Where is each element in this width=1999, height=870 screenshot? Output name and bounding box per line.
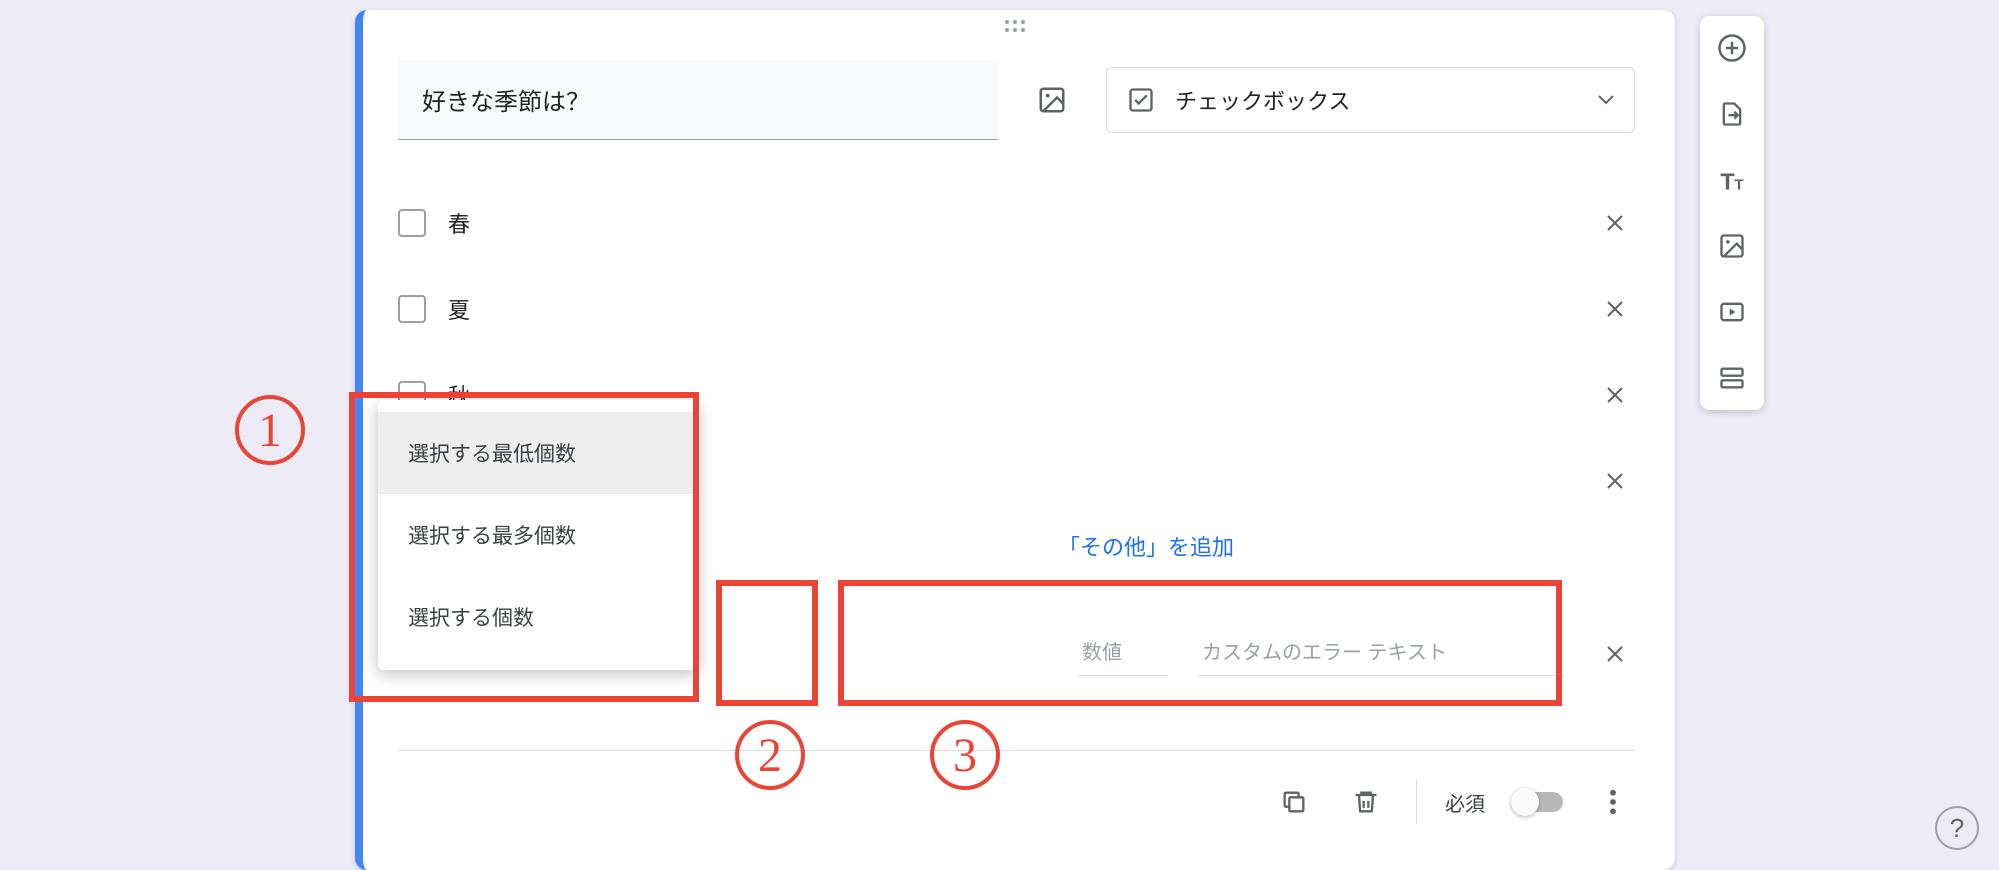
text-icon: TT xyxy=(1718,166,1746,194)
question-title-input[interactable] xyxy=(398,60,998,140)
add-image-button[interactable] xyxy=(1028,76,1076,124)
question-header-row: チェックボックス xyxy=(398,60,1635,140)
remove-option-button[interactable] xyxy=(1595,289,1635,329)
question-type-select[interactable]: チェックボックス xyxy=(1106,67,1635,133)
import-questions-button[interactable] xyxy=(1712,94,1752,134)
image-icon xyxy=(1037,85,1067,115)
dropdown-item-min[interactable]: 選択する最低個数 xyxy=(378,412,698,494)
copy-icon xyxy=(1280,788,1308,816)
required-label: 必須 xyxy=(1445,788,1485,817)
remove-option-button[interactable] xyxy=(1595,461,1635,501)
option-row: 夏 xyxy=(398,266,1635,352)
close-icon xyxy=(1603,211,1627,235)
validation-error-input[interactable] xyxy=(1198,632,1565,676)
duplicate-button[interactable] xyxy=(1272,780,1316,824)
drag-handle-icon[interactable] xyxy=(1005,20,1033,34)
question-footer: 必須 xyxy=(1272,780,1635,824)
add-other-link[interactable]: 「その他」を追加 xyxy=(1058,530,1234,562)
close-icon xyxy=(1603,297,1627,321)
annotation-number-1: 1 xyxy=(235,395,305,465)
close-icon xyxy=(1603,383,1627,407)
option-row: 春 xyxy=(398,180,1635,266)
option-label[interactable]: 春 xyxy=(448,207,1573,239)
remove-validation-button[interactable] xyxy=(1595,634,1635,674)
checkbox-icon xyxy=(398,295,426,323)
separator xyxy=(1416,780,1417,824)
validation-row xyxy=(1078,632,1635,676)
help-button[interactable]: ? xyxy=(1935,806,1979,850)
checkbox-icon xyxy=(1127,86,1155,114)
close-icon xyxy=(1603,642,1627,666)
more-options-button[interactable] xyxy=(1591,780,1635,824)
remove-option-button[interactable] xyxy=(1595,375,1635,415)
close-icon xyxy=(1603,469,1627,493)
svg-text:T: T xyxy=(1720,168,1734,194)
dropdown-item-max[interactable]: 選択する最多個数 xyxy=(378,494,698,576)
remove-option-button[interactable] xyxy=(1595,203,1635,243)
svg-text:T: T xyxy=(1734,176,1744,193)
required-toggle[interactable] xyxy=(1513,792,1563,812)
validation-type-dropdown: 選択する最低個数 選択する最多個数 選択する個数 xyxy=(378,400,698,670)
dropdown-item-exact[interactable]: 選択する個数 xyxy=(378,576,698,658)
validation-number-input[interactable] xyxy=(1078,632,1168,676)
add-title-button[interactable]: TT xyxy=(1712,160,1752,200)
delete-button[interactable] xyxy=(1344,780,1388,824)
section-icon xyxy=(1718,364,1746,392)
add-video-button[interactable] xyxy=(1712,292,1752,332)
add-section-button[interactable] xyxy=(1712,358,1752,398)
caret-down-icon xyxy=(1598,95,1614,105)
import-icon xyxy=(1718,100,1746,128)
more-vertical-icon xyxy=(1609,788,1617,816)
plus-circle-icon xyxy=(1717,33,1747,63)
add-image-button[interactable] xyxy=(1712,226,1752,266)
question-type-label: チェックボックス xyxy=(1175,84,1350,116)
video-icon xyxy=(1718,298,1746,326)
image-icon xyxy=(1718,232,1746,260)
add-question-button[interactable] xyxy=(1712,28,1752,68)
checkbox-icon xyxy=(398,209,426,237)
footer-divider xyxy=(398,750,1635,751)
option-label[interactable]: 夏 xyxy=(448,293,1573,325)
side-toolbar: TT xyxy=(1700,16,1764,410)
trash-icon xyxy=(1352,788,1380,816)
